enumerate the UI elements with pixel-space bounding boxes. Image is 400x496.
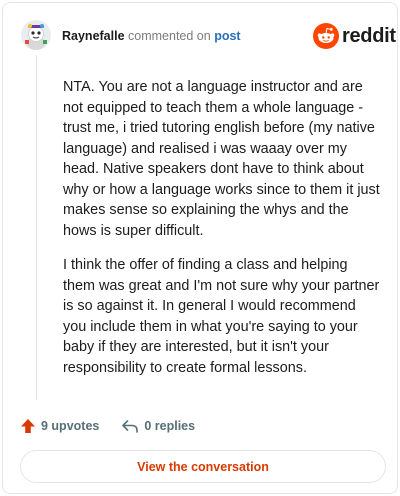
- reddit-logo[interactable]: reddit: [313, 23, 396, 49]
- reddit-snoo-icon: [313, 23, 339, 49]
- comment-paragraph: I think the offer of finding a class and…: [63, 257, 380, 376]
- reddit-wordmark: reddit: [342, 24, 396, 47]
- view-conversation-button[interactable]: View the conversation: [20, 450, 386, 483]
- comment-card: Raynefalle commented on post reddit NTA.…: [2, 2, 398, 494]
- reply-action[interactable]: 0 replies: [121, 418, 195, 434]
- comment-paragraph: NTA. You are not a language instructor a…: [63, 79, 380, 239]
- comment-body: NTA. You are not a language instructor a…: [63, 77, 381, 392]
- upvote-arrow-icon: [21, 419, 35, 433]
- upvote-count: 9 upvotes: [41, 419, 100, 433]
- commented-on-text: commented on: [128, 29, 211, 43]
- upvote-action[interactable]: 9 upvotes: [20, 418, 99, 434]
- thread-line: [36, 55, 37, 400]
- comment-actions: 9 upvotes 0 replies: [20, 416, 195, 436]
- username[interactable]: Raynefalle: [62, 29, 125, 43]
- post-link[interactable]: post: [214, 29, 240, 43]
- comment-header: Raynefalle commented on post: [62, 28, 241, 44]
- reply-count: 0 replies: [144, 419, 196, 433]
- reply-arrow-icon: [122, 420, 139, 433]
- user-avatar[interactable]: [21, 20, 51, 50]
